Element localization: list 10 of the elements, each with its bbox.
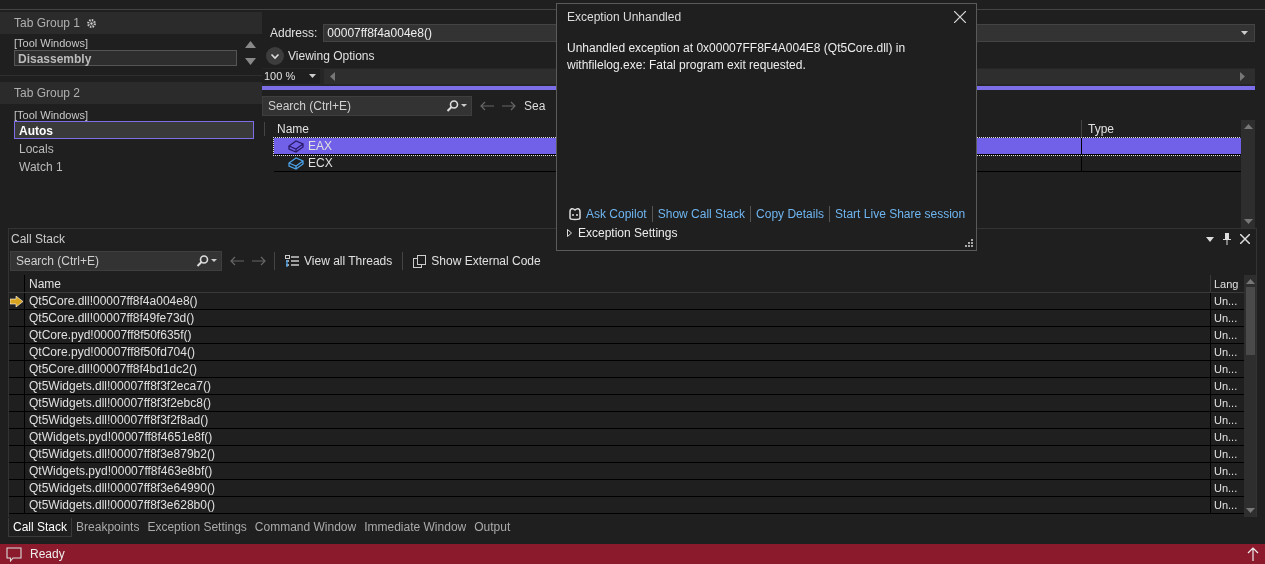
category-label: [Tool Windows] — [14, 109, 89, 121]
tab-group-title: Tab Group 2 — [14, 86, 81, 100]
dialog-title: Exception Unhandled — [567, 10, 682, 24]
tab-group-title: Tab Group 1 — [14, 16, 81, 30]
status-text: Ready — [30, 547, 65, 561]
search-depth-label: Sea — [524, 99, 546, 113]
exception-message: Unhandled exception at 0x00007FF8F4A004E8 (Qt5Core.dll) in withfilelog.exe: Fatal program exit requested. — [567, 40, 907, 74]
category-label: [Tool Windows] — [14, 37, 89, 49]
panel-title: Call Stack — [11, 232, 66, 246]
address-label: Address: — [270, 26, 318, 40]
